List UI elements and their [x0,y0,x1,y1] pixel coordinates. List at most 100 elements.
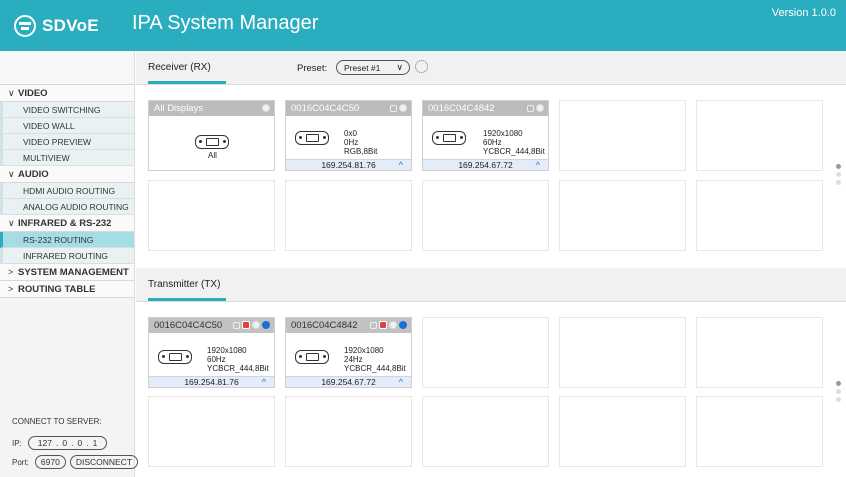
hdmi-port-icon [295,131,329,145]
sidebar-item-rs232-routing[interactable]: RS-232 ROUTING [0,232,134,248]
chevron-up-icon[interactable]: ^ [536,160,540,170]
ip-footer[interactable]: 169.254.67.72 ^ [286,376,411,387]
sidebar-top-spacer [0,51,134,85]
logo-text: SDVoE [42,16,99,35]
refresh-rate: 24Hz [344,355,363,364]
port-row: Port: 6970 DISCONNECT [12,455,139,469]
sidebar-item-analog-audio-routing[interactable]: ANALOG AUDIO ROUTING [0,199,134,215]
color-format: RGB,8Bit [344,147,378,156]
chevron-right-icon: > [8,284,14,294]
sdvoe-logo: SDVoE [14,14,99,38]
hdmi-port-icon [158,350,192,364]
ip-octet: 0 [77,438,83,448]
page-dot[interactable] [836,389,841,394]
preset-value: Preset #1 [344,62,381,73]
empty-slot [559,317,686,388]
gear-icon[interactable] [536,104,544,112]
ip-footer[interactable]: 169.254.81.76 ^ [149,376,274,387]
ip-footer[interactable]: 169.254.81.76 ^ [286,159,411,170]
lock-icon[interactable] [233,321,240,329]
empty-slot [696,396,823,467]
connect-panel: CONNECT TO SERVER: IP: 127. 0. 0. 1 Port… [0,417,139,477]
record-icon[interactable] [242,321,250,329]
disconnect-button[interactable]: DISCONNECT [69,455,139,469]
card-header: 0016C04C4842 [286,318,411,333]
ip-footer[interactable]: 169.254.67.72 ^ [423,159,548,170]
chevron-down-icon: ∨ [8,168,15,179]
tx-card[interactable]: 0016C04C4C50 1920x1080 60Hz YCBCR_444,8B… [148,317,275,388]
tab-receiver[interactable]: Receiver (RX) [148,62,211,73]
empty-slot [148,180,275,251]
device-id: 0016C04C4C50 [154,320,223,331]
all-displays-card[interactable]: All Displays All [148,100,275,171]
sidebar-item-hdmi-audio-routing[interactable]: HDMI AUDIO ROUTING [0,183,134,199]
hdmi-port-icon [432,131,466,145]
rx-card[interactable]: 0016C04C4C50 0x0 0Hz RGB,8Bit 169.254.81… [285,100,412,171]
tx-page-indicator[interactable] [836,381,841,405]
page-dot[interactable] [836,180,841,185]
gear-icon[interactable] [415,60,428,73]
card-title: All Displays [154,103,204,114]
page-dot[interactable] [836,172,841,177]
section-label: SYSTEM MANAGEMENT [18,266,129,278]
ip-address: 169.254.67.72 [321,377,376,387]
chevron-down-icon: ∨ [396,62,403,72]
chevron-right-icon: > [8,267,14,277]
ip-address: 169.254.81.76 [184,377,239,387]
device-id: 0016C04C4842 [291,320,358,331]
empty-slot [559,180,686,251]
chevron-up-icon[interactable]: ^ [399,377,403,387]
resolution: 1920x1080 [207,346,247,355]
ip-input[interactable]: 127. 0. 0. 1 [27,436,108,450]
chevron-up-icon[interactable]: ^ [262,377,266,387]
sidebar-item-infrared-routing[interactable]: INFRARED ROUTING [0,248,134,264]
gear-icon[interactable] [262,104,270,112]
chevron-up-icon[interactable]: ^ [399,160,403,170]
sidebar-item-video-wall[interactable]: VIDEO WALL [0,118,134,134]
record-icon[interactable] [379,321,387,329]
rx-card[interactable]: 0016C04C4842 1920x1080 60Hz YCBCR_444,8B… [422,100,549,171]
preset-label: Preset: [297,63,328,74]
preset-select[interactable]: Preset #1 ∨ [336,60,410,75]
color-format: YCBCR_444,8Bit [483,147,545,156]
chevron-down-icon: ∨ [8,217,15,228]
page-dot[interactable] [836,381,841,386]
sdvoe-logo-icon [14,15,36,37]
refresh-rate: 60Hz [483,138,502,147]
section-routing-table[interactable]: > ROUTING TABLE [0,281,134,298]
transmitter-bar: Transmitter (TX) [136,268,846,302]
page-dot[interactable] [836,164,841,169]
ip-octet: 1 [92,438,98,448]
section-audio[interactable]: ∨ AUDIO [0,166,134,183]
sidebar: ∨ VIDEO VIDEO SWITCHING VIDEO WALL VIDEO … [0,51,139,477]
card-header: 0016C04C4C50 [149,318,274,333]
ip-label: IP: [12,438,22,448]
hdmi-port-icon [195,135,229,149]
section-system-management[interactable]: > SYSTEM MANAGEMENT [0,264,134,281]
tx-card[interactable]: 0016C04C4842 1920x1080 24Hz YCBCR_444,8B… [285,317,412,388]
page-dot[interactable] [836,397,841,402]
lock-icon[interactable] [370,321,377,329]
lock-icon[interactable] [527,104,534,112]
version-label: Version 1.0.0 [771,7,836,19]
tab-transmitter[interactable]: Transmitter (TX) [148,279,220,290]
lock-icon[interactable] [390,104,397,112]
section-label: INFRARED & RS-232 [18,217,112,229]
all-label: All [208,151,217,160]
empty-slot [559,100,686,171]
sidebar-item-video-preview[interactable]: VIDEO PREVIEW [0,134,134,150]
sidebar-item-video-switching[interactable]: VIDEO SWITCHING [0,102,134,118]
sidebar-item-multiview[interactable]: MULTIVIEW [0,150,134,166]
gear-icon[interactable] [399,104,407,112]
empty-slot [696,100,823,171]
section-infrared-rs232[interactable]: ∨ INFRARED & RS-232 [0,215,134,232]
port-input[interactable]: 6970 [34,455,66,469]
connect-title: CONNECT TO SERVER: [12,417,102,426]
card-header: 0016C04C4C50 [286,101,411,116]
ip-octet: 127 [37,438,52,448]
rx-page-indicator[interactable] [836,164,841,188]
gear-icon[interactable] [252,321,260,329]
section-video[interactable]: ∨ VIDEO [0,85,134,102]
chevron-down-icon: ∨ [8,87,15,98]
gear-icon[interactable] [389,321,397,329]
